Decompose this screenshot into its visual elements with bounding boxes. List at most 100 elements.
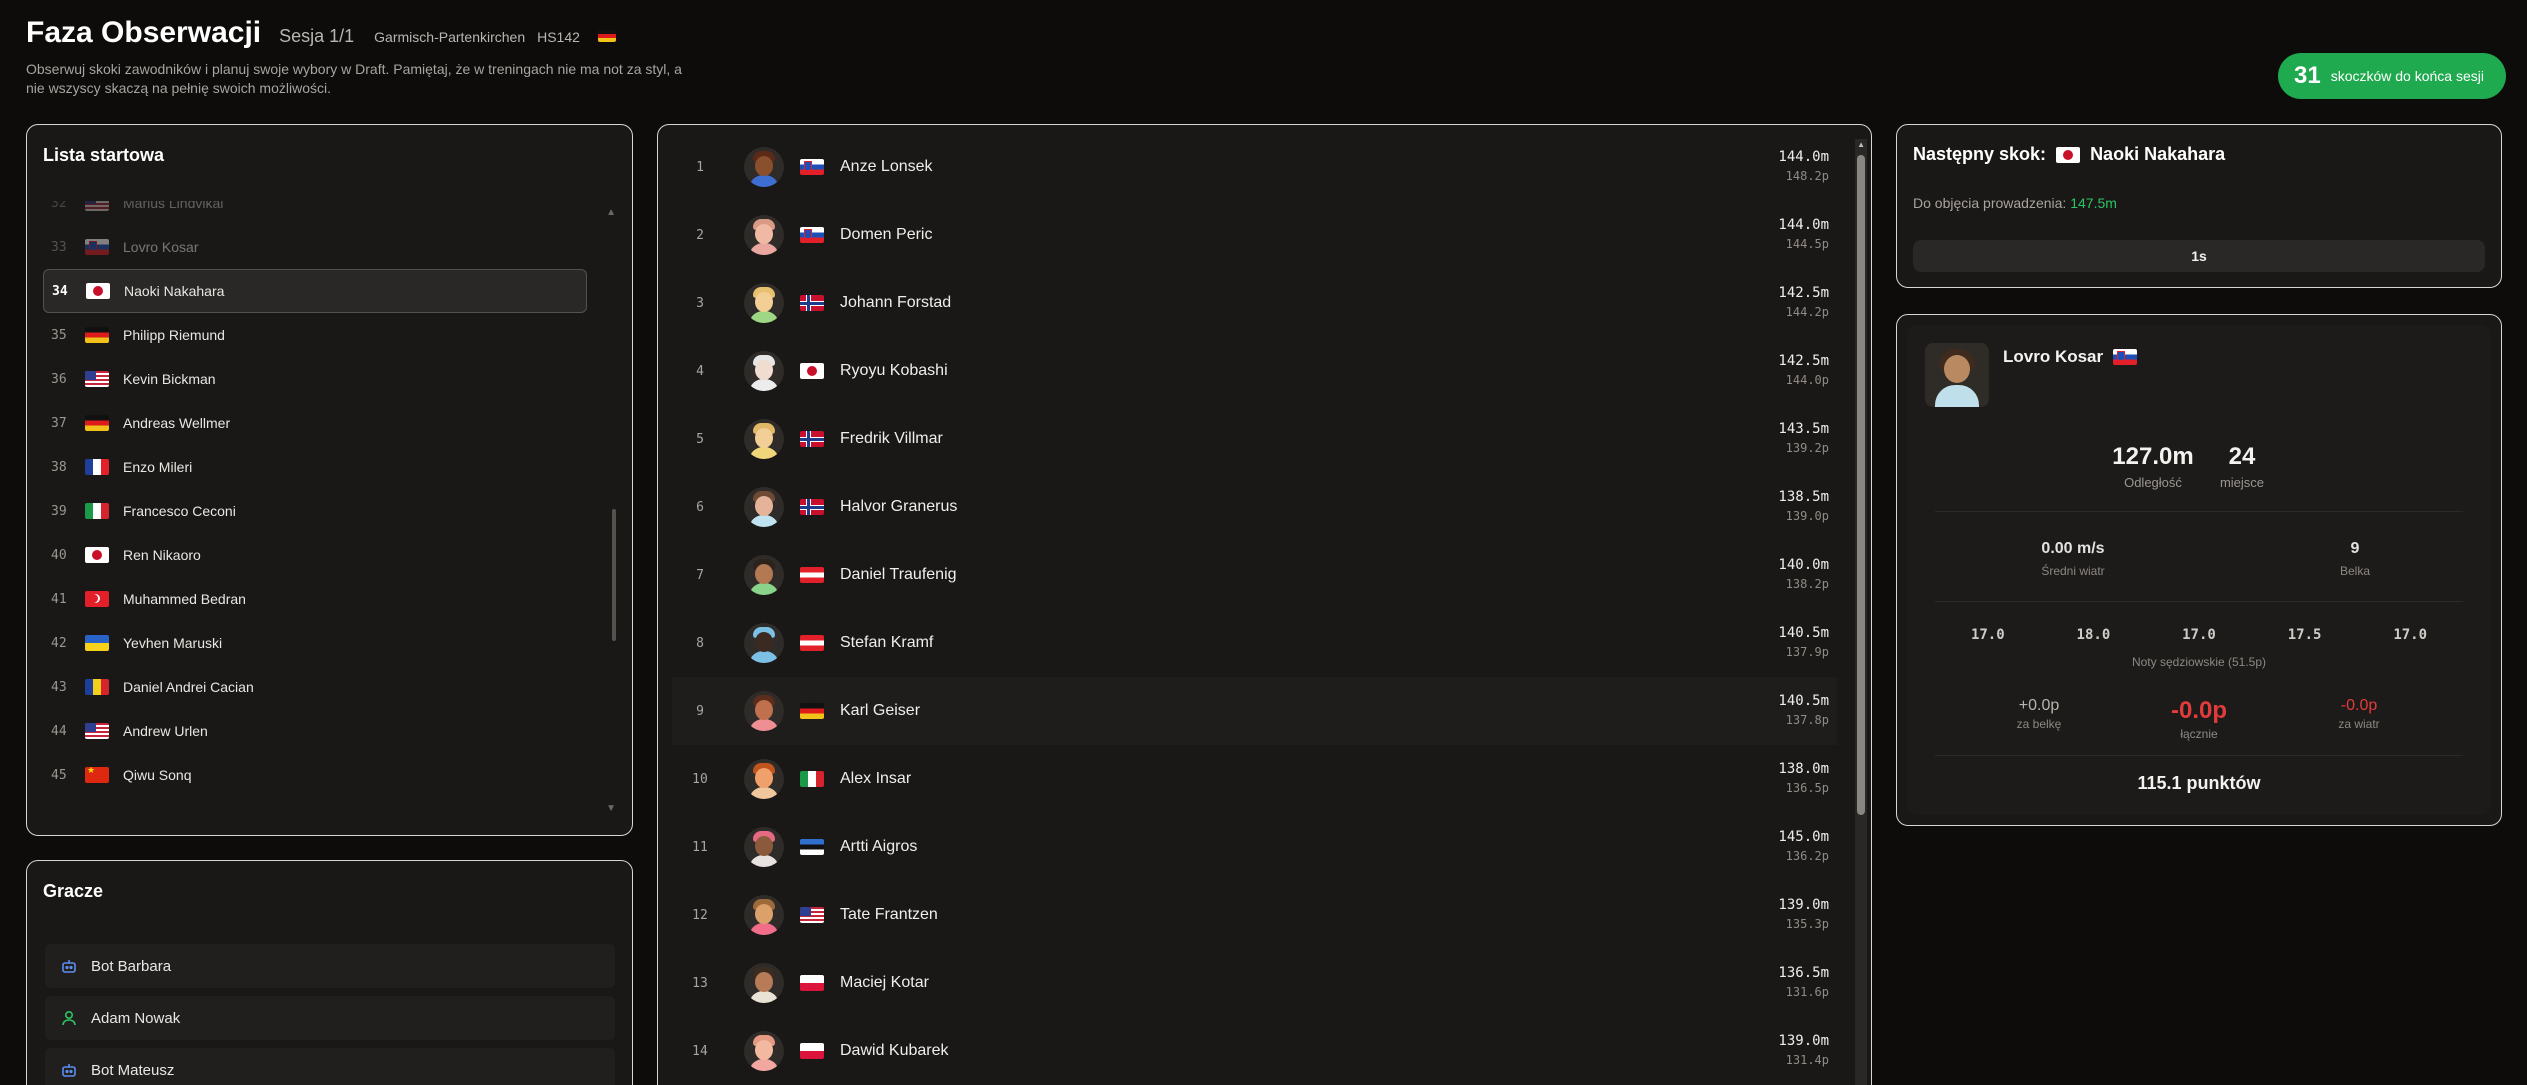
start-list-item[interactable]: 44 Andrew Urlen	[43, 709, 613, 753]
flag-icon	[85, 239, 109, 255]
start-list-item[interactable]: 34 Naoki Nakahara	[43, 269, 587, 313]
flag-icon	[800, 771, 824, 787]
judges-notes-label: Noty sędziowskie (51.5p)	[2131, 655, 2267, 669]
jumper-avatar	[744, 419, 784, 459]
result-row[interactable]: 2 Domen Peric 144.0m 144.5p	[672, 201, 1837, 269]
start-number: 32	[51, 201, 67, 211]
next-jump-heading: Następny skok: Naoki Nakahara	[1913, 144, 2225, 165]
start-list-item[interactable]: 36 Kevin Bickman	[43, 357, 613, 401]
result-position: 14	[692, 1043, 708, 1059]
flag-icon	[85, 503, 109, 519]
jump-points: 131.4p	[1785, 1053, 1829, 1067]
flag-icon	[85, 767, 109, 783]
start-list-item[interactable]: 43 Daniel Andrei Cacian	[43, 665, 613, 709]
divider	[1935, 755, 2463, 756]
jumper-avatar	[1925, 343, 1989, 407]
gate-compensation-label: za belkę	[2016, 717, 2062, 731]
flag-icon	[800, 295, 824, 311]
start-list-title: Lista startowa	[43, 145, 165, 165]
flag-icon	[85, 201, 109, 211]
start-number: 40	[51, 547, 67, 563]
avatar-body	[749, 379, 779, 391]
jump-distance: 138.0m	[1778, 761, 1829, 777]
jump-points: 137.8p	[1785, 713, 1829, 727]
start-list-item[interactable]: 40 Ren Nikaoro	[43, 533, 613, 577]
jumper-avatar	[744, 691, 784, 731]
flag-icon	[85, 591, 109, 607]
flag-icon	[86, 283, 110, 299]
jump-distance: 140.5m	[1778, 693, 1829, 709]
avatar-body	[749, 311, 779, 323]
start-list-item[interactable]: 32 Marius Lindvikai	[43, 201, 613, 225]
result-row[interactable]: 1 Anze Lonsek 144.0m 148.2p	[672, 133, 1837, 201]
phase-description: Obserwuj skoki zawodników i planuj swoje…	[26, 61, 682, 96]
avatar-body	[749, 1059, 779, 1071]
slovenia-flag-icon	[2113, 349, 2138, 365]
result-row[interactable]: 7 Daniel Traufenig 140.0m 138.2p	[672, 541, 1837, 609]
jumper-name: Daniel Traufenig	[840, 566, 957, 583]
result-row[interactable]: 14 Dawid Kubarek 139.0m 131.4p	[672, 1017, 1837, 1085]
start-list-item[interactable]: 35 Philipp Riemund	[43, 313, 613, 357]
start-list-item[interactable]: 45 Qiwu Sonq	[43, 753, 613, 797]
avatar-body	[749, 651, 779, 663]
result-row[interactable]: 11 Artti Aigros 145.0m 136.2p	[672, 813, 1837, 881]
start-number: 42	[51, 635, 67, 651]
jumper-name: Marius Lindvikai	[123, 201, 224, 211]
player-item[interactable]: Bot Mateusz	[45, 1048, 615, 1085]
start-list-rows[interactable]: 32 Marius Lindvikai 33 Lovro Kosar 34 Naoki N…	[43, 201, 613, 811]
start-list-item[interactable]: 33 Lovro Kosar	[43, 225, 613, 269]
japan-flag-icon	[2056, 146, 2081, 163]
jumper-name: Johann Forstad	[840, 294, 952, 311]
jumper-avatar	[744, 351, 784, 391]
jumper-name: Naoki Nakahara	[124, 283, 225, 299]
player-item[interactable]: Adam Nowak	[45, 996, 615, 1040]
result-row[interactable]: 12 Tate Frantzen 139.0m 135.3p	[672, 881, 1837, 949]
jumper-avatar	[744, 623, 784, 663]
result-row[interactable]: 13 Maciej Kotar 136.5m 131.6p	[672, 949, 1837, 1017]
player-name: Bot Mateusz	[91, 1061, 175, 1079]
avatar-face	[755, 360, 773, 380]
result-position: 1	[696, 159, 704, 175]
scroll-up-icon[interactable]: ▲	[1857, 140, 1865, 149]
jump-distance: 127.0m	[2112, 443, 2194, 470]
start-list-item[interactable]: 37 Andreas Wellmer	[43, 401, 613, 445]
judge-note: 17.5	[2287, 627, 2322, 643]
start-list-scrollbar[interactable]	[612, 509, 616, 641]
jumper-name: Maciej Kotar	[840, 974, 929, 991]
total-compensation: -0.0p łącznie	[2139, 697, 2259, 741]
jump-distance: 139.0m	[1778, 1033, 1829, 1049]
result-row[interactable]: 6 Halvor Granerus 138.5m 139.0p	[672, 473, 1837, 541]
avatar-body	[1935, 385, 1979, 407]
start-list-item[interactable]: 38 Enzo Mileri	[43, 445, 613, 489]
start-list-item[interactable]: 42 Yevhen Maruski	[43, 621, 613, 665]
judges-notes: 17.0 18.0 17.0 17.5 17.0	[1935, 627, 2463, 643]
jumper-name: Stefan Kramf	[840, 634, 934, 651]
lead-distance-label: Do objęcia prowadzenia:	[1913, 195, 2067, 211]
result-row[interactable]: 3 Johann Forstad 142.5m 144.2p	[672, 269, 1837, 337]
chevron-down-icon[interactable]: ▼	[606, 803, 616, 814]
flag-icon	[800, 431, 824, 447]
flag-icon	[85, 459, 109, 475]
result-row[interactable]: 8 Stefan Kramf 140.5m 137.9p	[672, 609, 1837, 677]
result-row[interactable]: 4 Ryoyu Kobashi 142.5m 144.0p	[672, 337, 1837, 405]
jumper-name: Alex Insar	[840, 770, 912, 787]
flag-icon	[800, 499, 824, 515]
jumper-avatar	[744, 555, 784, 595]
result-position: 12	[692, 907, 708, 923]
jump-distance-label: Odległość	[2124, 475, 2182, 490]
start-list-item[interactable]: 39 Francesco Ceconi	[43, 489, 613, 533]
flag-icon	[85, 327, 109, 343]
results-scrollbar-thumb[interactable]	[1857, 155, 1865, 815]
player-name: Adam Nowak	[91, 1009, 181, 1027]
jumper-name: Lovro Kosar	[2003, 347, 2104, 366]
result-row[interactable]: 9 Karl Geiser 140.5m 137.8p	[672, 677, 1837, 745]
player-item[interactable]: Bot Barbara	[45, 944, 615, 988]
start-list-item[interactable]: 41 Muhammed Bedran	[43, 577, 613, 621]
jump-distance: 136.5m	[1778, 965, 1829, 981]
jump-place: 24	[2228, 443, 2256, 470]
avg-wind-label: Średni wiatr	[2041, 564, 2105, 578]
result-row[interactable]: 5 Fredrik Villmar 143.5m 139.2p	[672, 405, 1837, 473]
players-title: Gracze	[43, 881, 104, 901]
flag-icon	[800, 1043, 824, 1059]
result-row[interactable]: 10 Alex Insar 138.0m 136.5p	[672, 745, 1837, 813]
